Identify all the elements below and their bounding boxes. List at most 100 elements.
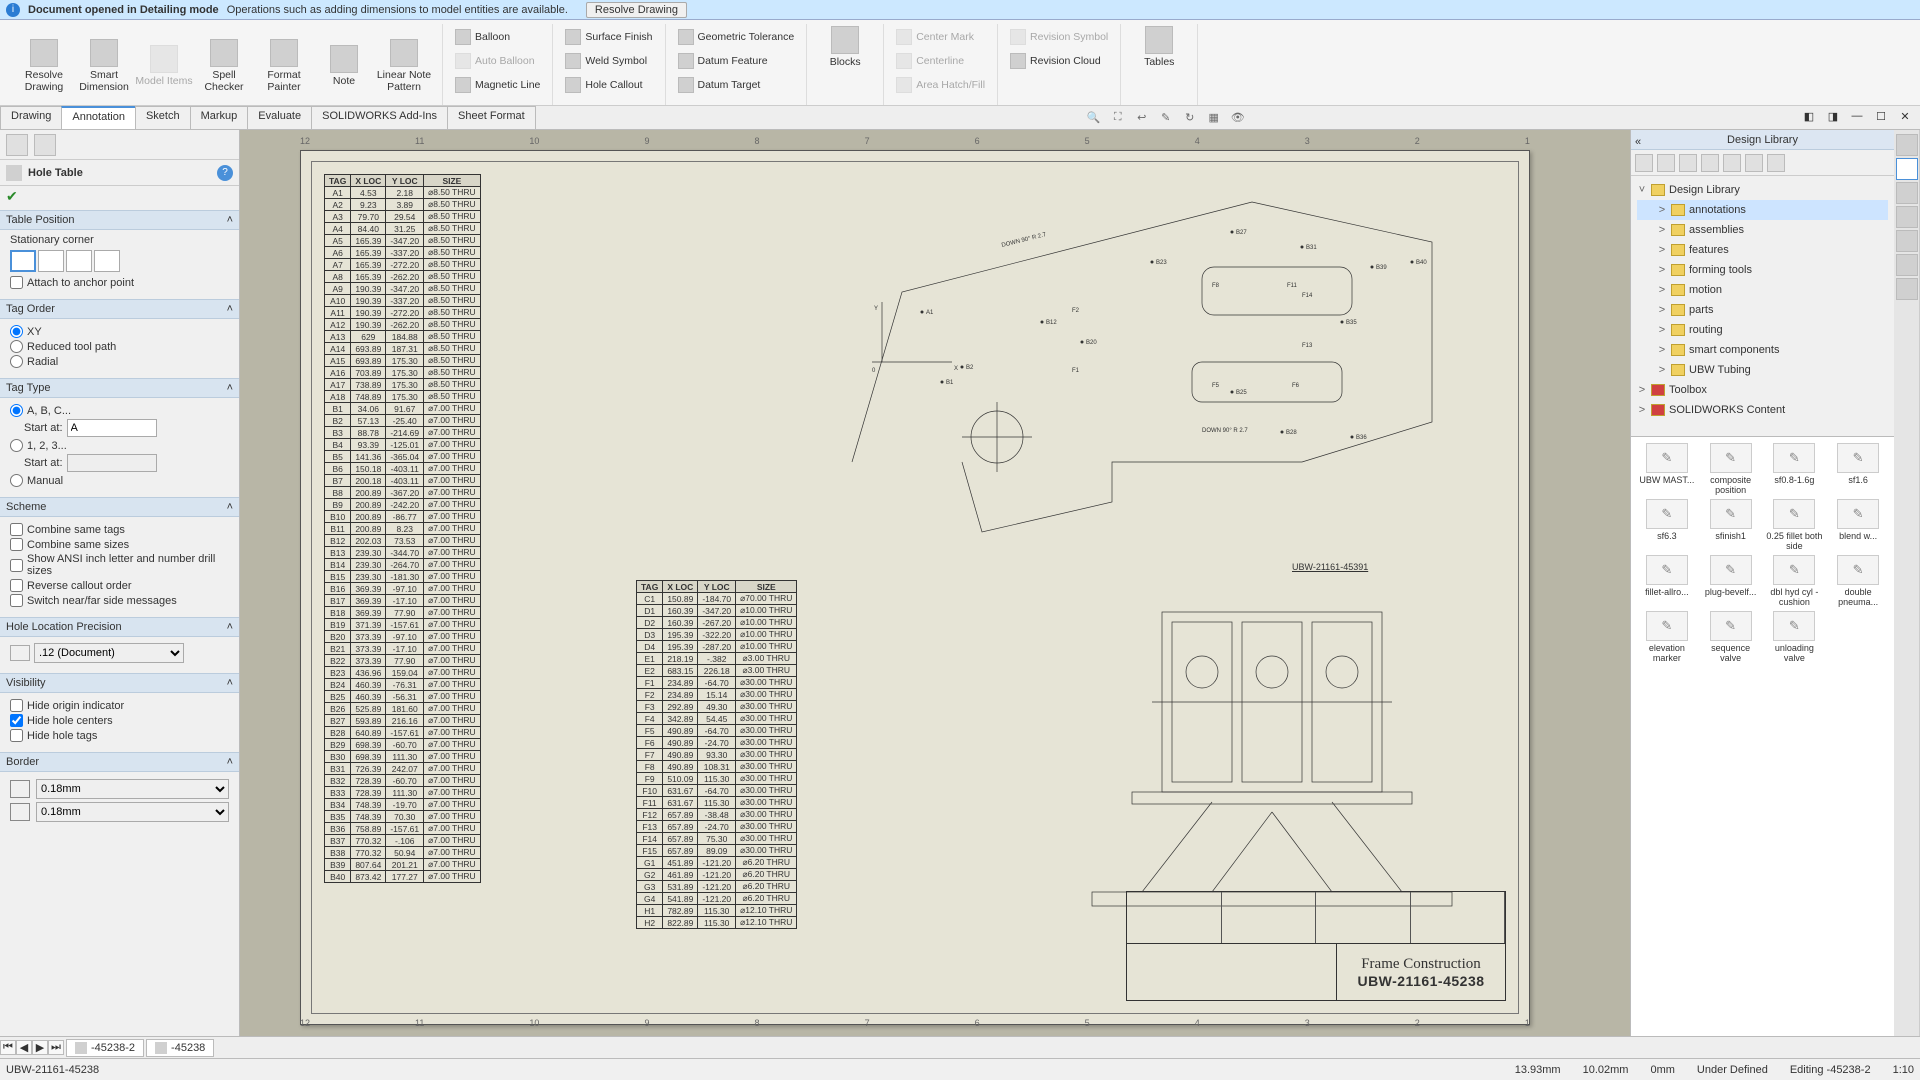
tab-last-icon[interactable]: ⏭	[48, 1040, 64, 1055]
scheme-combine-same-sizes-checkbox[interactable]	[10, 538, 23, 551]
scheme-reverse-callout-orde-checkbox[interactable]	[10, 579, 23, 592]
ribbon-hole-callout[interactable]: Hole Callout	[561, 74, 656, 96]
minimize-icon[interactable]: —	[1846, 106, 1868, 126]
tab-annotation[interactable]: Annotation	[61, 106, 136, 129]
corner-bl-button[interactable]	[66, 250, 92, 272]
ribbon-weld-symbol[interactable]: Weld Symbol	[561, 50, 656, 72]
tab-prev-icon[interactable]: ◀	[16, 1040, 32, 1055]
lib-item-sf6-3[interactable]: ✎sf6.3	[1637, 499, 1697, 551]
taskpane-appearance-icon[interactable]	[1896, 230, 1918, 252]
design-library-tree[interactable]: ˅Design Library˃annotations˃assemblies˃f…	[1631, 176, 1894, 436]
lib-item-elevation-marker[interactable]: ✎elevation marker	[1637, 611, 1697, 663]
hide-show-icon[interactable]: 👁	[1229, 109, 1247, 127]
tree-motion[interactable]: ˃motion	[1637, 280, 1888, 300]
taskpane-home-icon[interactable]	[1896, 134, 1918, 156]
resolve-drawing-button[interactable]: Resolve Drawing	[586, 2, 687, 18]
tagtype-abc-radio[interactable]	[10, 404, 23, 417]
ribbon-datum-target[interactable]: Datum Target	[674, 74, 799, 96]
dl-up-icon[interactable]	[1745, 154, 1763, 172]
display-style-icon[interactable]: ▦	[1205, 109, 1223, 127]
section-tag-type[interactable]: Tag Type˄	[0, 378, 239, 398]
section-view-icon[interactable]: ✎	[1157, 109, 1175, 127]
ribbon-magnetic-line[interactable]: Magnetic Line	[451, 74, 544, 96]
lib-item-composite-position[interactable]: ✎composite position	[1701, 443, 1761, 495]
taskpane-explorer-icon[interactable]	[1896, 182, 1918, 204]
ribbon-revision-cloud[interactable]: Revision Cloud	[1006, 50, 1112, 72]
tree-ubw-tubing[interactable]: ˃UBW Tubing	[1637, 360, 1888, 380]
tagtype-123-radio[interactable]	[10, 439, 23, 452]
lib-item-ubw-mast-[interactable]: ✎UBW MAST...	[1637, 443, 1697, 495]
ribbon-area-hatch/fill[interactable]: Area Hatch/Fill	[892, 74, 989, 96]
rotate-icon[interactable]: ↻	[1181, 109, 1199, 127]
hole-table-a[interactable]: TAGX LOCY LOCSIZEA14.532.18⌀8.50 THRUA29…	[324, 174, 481, 883]
tab-first-icon[interactable]: ⏮	[0, 1040, 16, 1055]
tree-features[interactable]: ˃features	[1637, 240, 1888, 260]
lib-item-sf1-6[interactable]: ✎sf1.6	[1828, 443, 1888, 495]
tagorder-xy-radio[interactable]	[10, 325, 23, 338]
design-library-items[interactable]: ✎UBW MAST...✎composite position✎sf0.8-1.…	[1631, 436, 1894, 1036]
hole-table-b[interactable]: TAGX LOCY LOCSIZEC1150.89-184.70⌀70.00 T…	[636, 580, 797, 929]
panel-left-icon[interactable]: ◧	[1798, 106, 1820, 126]
ok-button[interactable]: ✔	[6, 188, 18, 204]
tab-solidworks-add-ins[interactable]: SOLIDWORKS Add-Ins	[311, 106, 448, 129]
taskpane-custom-icon[interactable]	[1896, 254, 1918, 276]
ribbon-blocks[interactable]: Blocks	[815, 24, 875, 68]
lib-item-sf0-8-1-6g[interactable]: ✎sf0.8-1.6g	[1765, 443, 1825, 495]
section-scheme[interactable]: Scheme˄	[0, 497, 239, 517]
tagtype-manual-radio[interactable]	[10, 474, 23, 487]
lib-item-sfinish1[interactable]: ✎sfinish1	[1701, 499, 1761, 551]
dl-newfolder-icon[interactable]	[1701, 154, 1719, 172]
ribbon-center-mark[interactable]: Center Mark	[892, 26, 989, 48]
pm-tab-feature-icon[interactable]	[6, 134, 28, 156]
vis-hide-hole-centers-checkbox[interactable]	[10, 714, 23, 727]
tagorder-radial-radio[interactable]	[10, 355, 23, 368]
ribbon-centerline[interactable]: Centerline	[892, 50, 989, 72]
lib-item-dbl-hyd-cyl-cushio[interactable]: ✎dbl hyd cyl - cushion	[1765, 555, 1825, 607]
corner-tl-button[interactable]	[10, 250, 36, 272]
ribbon-note[interactable]: Note	[314, 43, 374, 87]
dl-fwd-icon[interactable]	[1657, 154, 1675, 172]
tree-toolbox[interactable]: ˃Toolbox	[1637, 380, 1888, 400]
vis-hide-hole-tags-checkbox[interactable]	[10, 729, 23, 742]
ribbon-resolve-drawing[interactable]: Resolve Drawing	[14, 37, 74, 93]
zoom-area-icon[interactable]: ⛶	[1109, 109, 1127, 127]
tree-forming-tools[interactable]: ˃forming tools	[1637, 260, 1888, 280]
precision-select[interactable]: .12 (Document)	[34, 643, 184, 663]
vis-hide-origin-indicator-checkbox[interactable]	[10, 699, 23, 712]
lib-item-plug-bevelf-[interactable]: ✎plug-bevelf...	[1701, 555, 1761, 607]
panel-right-icon[interactable]: ◨	[1822, 106, 1844, 126]
section-tag-order[interactable]: Tag Order˄	[0, 299, 239, 319]
sheet-tab-452382[interactable]: -45238-2	[66, 1039, 144, 1057]
ribbon-model-items[interactable]: Model Items	[134, 43, 194, 87]
tagorder-reduced-tool-path-radio[interactable]	[10, 340, 23, 353]
close-icon[interactable]: ✕	[1894, 106, 1916, 126]
lib-item-blend-w-[interactable]: ✎blend w...	[1828, 499, 1888, 551]
sheet-tab-45238[interactable]: -45238	[146, 1039, 214, 1057]
ribbon-spell-checker[interactable]: Spell Checker	[194, 37, 254, 93]
tree-design-library[interactable]: ˅Design Library	[1637, 180, 1888, 200]
dl-refresh-icon[interactable]	[1723, 154, 1741, 172]
ribbon-surface-finish[interactable]: Surface Finish	[561, 26, 656, 48]
dl-pin-icon[interactable]	[1767, 154, 1785, 172]
section-visibility[interactable]: Visibility˄	[0, 673, 239, 693]
taskpane-view-icon[interactable]	[1896, 206, 1918, 228]
corner-tr-button[interactable]	[38, 250, 64, 272]
dl-back-icon[interactable]	[1635, 154, 1653, 172]
attach-anchor-checkbox[interactable]	[10, 276, 23, 289]
help-icon[interactable]: ?	[217, 165, 233, 181]
drawing-canvas[interactable]: 121110987654321 TAGX LOCY LOCSIZEA14.532…	[240, 130, 1630, 1036]
taskpane-forum-icon[interactable]	[1896, 278, 1918, 300]
prev-view-icon[interactable]: ↩	[1133, 109, 1151, 127]
ribbon-balloon[interactable]: Balloon	[451, 26, 544, 48]
lib-item-double-pneuma-[interactable]: ✎double pneuma...	[1828, 555, 1888, 607]
ribbon-geometric-tolerance[interactable]: Geometric Tolerance	[674, 26, 799, 48]
tree-assemblies[interactable]: ˃assemblies	[1637, 220, 1888, 240]
tab-markup[interactable]: Markup	[190, 106, 249, 129]
border-inner-select[interactable]: 0.18mm	[36, 802, 229, 822]
scheme-combine-same-tags-checkbox[interactable]	[10, 523, 23, 536]
tree-routing[interactable]: ˃routing	[1637, 320, 1888, 340]
section-table-position[interactable]: Table Position˄	[0, 210, 239, 230]
tree-annotations[interactable]: ˃annotations	[1637, 200, 1888, 220]
section-precision[interactable]: Hole Location Precision˄	[0, 617, 239, 637]
collapse-taskpane-icon[interactable]: «	[1635, 132, 1641, 152]
